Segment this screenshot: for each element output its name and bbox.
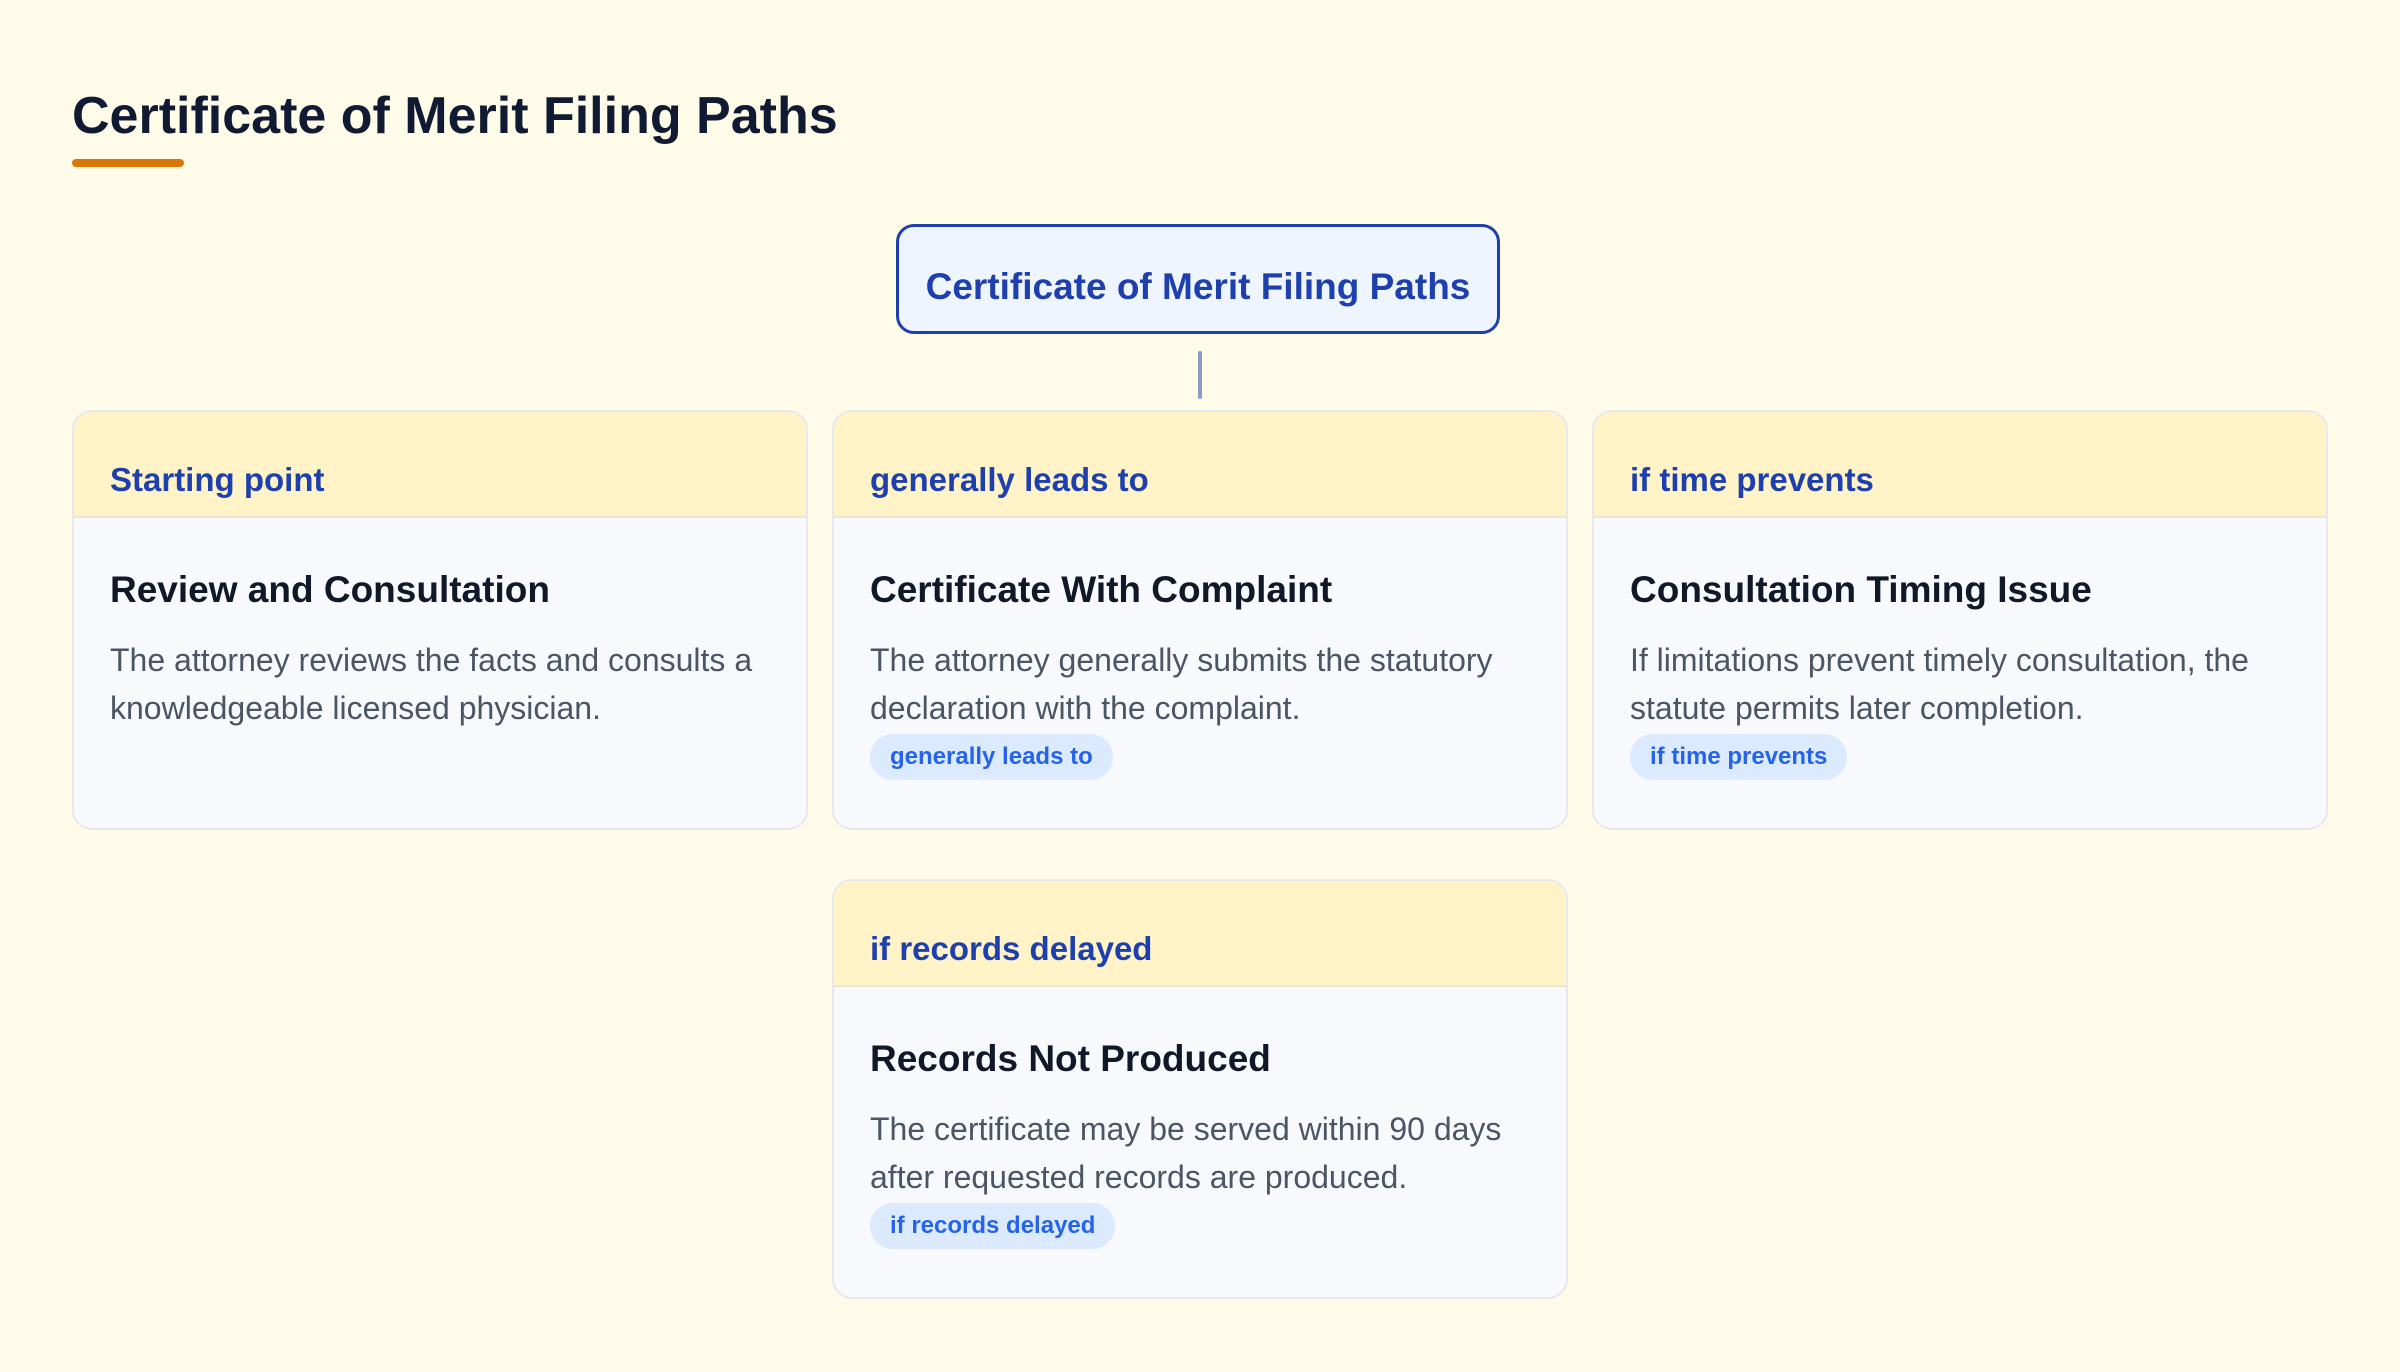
card-title: Review and Consultation: [110, 569, 550, 610]
card-title: Certificate With Complaint: [870, 569, 1333, 610]
card-description: The certificate may be served within 90 …: [870, 1111, 1502, 1195]
card-description: If limitations prevent timely consultati…: [1630, 642, 2249, 726]
card-description: The attorney generally submits the statu…: [870, 642, 1493, 726]
root-node: Certificate of Merit Filing Paths: [896, 224, 1500, 334]
card-body: Records Not Produced The certificate may…: [834, 987, 1566, 1249]
root-node-label: Certificate of Merit Filing Paths: [925, 266, 1471, 307]
card-header-label: if time prevents: [1630, 461, 1874, 498]
page-title: Certificate of Merit Filing Paths: [72, 87, 838, 145]
path-card-review-consultation: Starting point Review and Consultation T…: [72, 410, 808, 830]
card-body: Certificate With Complaint The attorney …: [834, 518, 1566, 780]
relation-badge: if records delayed: [870, 1203, 1116, 1249]
card-body: Consultation Timing Issue If limitations…: [1594, 518, 2326, 780]
path-card-consultation-timing-issue: if time prevents Consultation Timing Iss…: [1592, 410, 2328, 830]
path-card-certificate-with-complaint: generally leads to Certificate With Comp…: [832, 410, 1568, 830]
card-header: generally leads to: [834, 412, 1566, 518]
card-title: Consultation Timing Issue: [1630, 569, 2092, 610]
path-card-records-not-produced: if records delayed Records Not Produced …: [832, 879, 1568, 1299]
card-header: if time prevents: [1594, 412, 2326, 518]
title-underline: [72, 159, 184, 167]
card-title: Records Not Produced: [870, 1038, 1271, 1079]
root-connector-line: [1198, 351, 1202, 399]
card-body: Review and Consultation The attorney rev…: [74, 518, 806, 732]
card-header: if records delayed: [834, 881, 1566, 987]
card-header-label: generally leads to: [870, 461, 1149, 498]
card-header: Starting point: [74, 412, 806, 518]
card-description: The attorney reviews the facts and consu…: [110, 642, 753, 726]
card-header-label: if records delayed: [870, 930, 1153, 967]
relation-badge: if time prevents: [1630, 734, 1848, 780]
card-header-label: Starting point: [110, 461, 325, 498]
relation-badge: generally leads to: [870, 734, 1113, 780]
